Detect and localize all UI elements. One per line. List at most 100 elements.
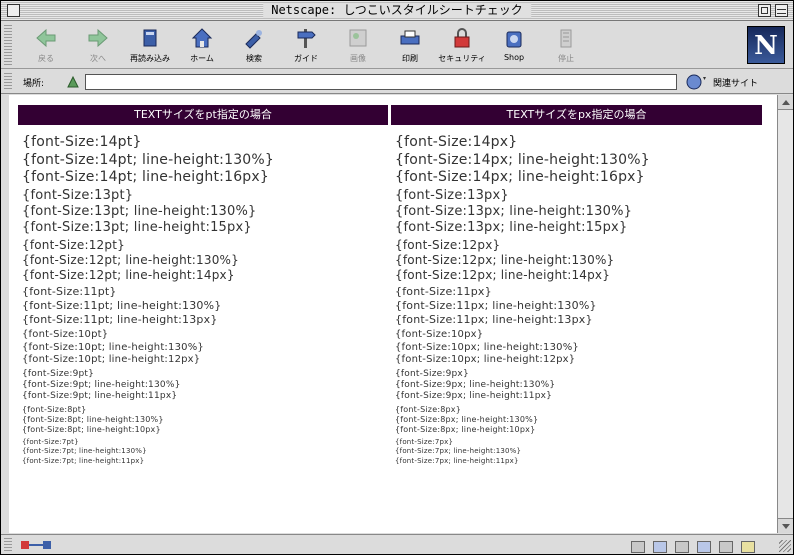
style-test-line: {font-Size:10px; line-height:12px}	[395, 353, 576, 365]
window-title: Netscape: しつこいスタイルシートチェック	[263, 3, 531, 18]
style-test-line: {font-Size:8px; line-height:10px}	[395, 425, 536, 435]
location-url-field[interactable]	[85, 74, 677, 90]
shop-button-label: Shop	[503, 53, 525, 62]
style-test-line: {font-Size:11pt}	[22, 285, 117, 299]
style-test-line: {font-Size:13px; line-height:15px}	[395, 220, 628, 236]
home-button[interactable]: ホーム	[175, 26, 229, 66]
search-button-label: 検索	[246, 54, 262, 63]
style-test-line: {font-Size:10px; line-height:130%}	[395, 341, 579, 353]
location-label: 場所:	[23, 79, 45, 89]
location-bar: 場所: 関連サイト	[1, 70, 793, 94]
print-button-label: 印刷	[402, 54, 418, 63]
news-component-icon[interactable]	[675, 541, 690, 553]
style-test-line: {font-Size:10pt}	[22, 328, 109, 340]
scroll-down-arrow[interactable]	[778, 518, 793, 533]
guide-button[interactable]: ガイド	[279, 26, 333, 66]
shop-button[interactable]: Shop	[487, 26, 541, 66]
home-icon	[191, 28, 213, 48]
collapse-box[interactable]	[775, 4, 788, 17]
page-content: TEXTサイズをpt指定の場合 {font-Size:14pt} {font-Si…	[9, 95, 777, 533]
related-sites-button[interactable]: 関連サイト	[685, 73, 765, 91]
style-test-line: {font-Size:8pt; line-height:10px}	[22, 425, 161, 435]
style-test-line: {font-Size:12px; line-height:130%}	[395, 252, 615, 267]
print-button[interactable]: 印刷	[383, 26, 437, 66]
zoom-box[interactable]	[758, 4, 771, 17]
images-button[interactable]: 画像	[331, 26, 385, 66]
style-test-line: {font-Size:12pt}	[22, 238, 125, 253]
page-proxy-icon[interactable]	[65, 74, 81, 90]
composer-component-icon[interactable]	[697, 541, 712, 553]
style-test-line: {font-Size:7pt}	[22, 438, 79, 447]
style-test-line: {font-Size:11pt; line-height:130%}	[22, 298, 222, 312]
style-test-line: {font-Size:12px; line-height:14px}	[395, 268, 611, 283]
toolbar-collapse-grip[interactable]	[4, 25, 12, 65]
close-box[interactable]	[7, 4, 20, 17]
images-icon	[349, 29, 367, 47]
title-bar[interactable]: Netscape: しつこいスタイルシートチェック	[1, 1, 793, 21]
forward-button[interactable]: 次へ	[71, 26, 125, 66]
security-button-label: セキュリティ	[438, 54, 486, 63]
px-lines: {font-Size:14px} {font-Size:14px; line-he…	[391, 125, 762, 467]
pt-lines: {font-Size:14pt} {font-Size:14pt; line-he…	[18, 125, 388, 467]
style-test-line: {font-Size:14pt; line-height:16px}	[22, 168, 269, 185]
security-lock-icon	[454, 28, 470, 48]
back-button-label: 戻る	[38, 54, 54, 63]
shop-icon	[506, 31, 522, 48]
pt-column: TEXTサイズをpt指定の場合 {font-Size:14pt} {font-Si…	[18, 105, 388, 467]
style-test-line: {font-Size:10px}	[395, 328, 484, 340]
reload-icon	[143, 29, 157, 47]
style-test-line: {font-Size:11px; line-height:13px}	[395, 312, 593, 326]
location-collapse-grip[interactable]	[4, 73, 12, 91]
related-sites-icon	[686, 74, 706, 90]
style-test-line: {font-Size:8px; line-height:130%}	[395, 415, 539, 425]
netscape-logo[interactable]: N	[747, 26, 785, 64]
style-test-line: {font-Size:13px; line-height:130%}	[395, 203, 633, 219]
style-test-line: {font-Size:13pt; line-height:15px}	[22, 220, 252, 236]
navigation-toolbar: 戻る 次へ 再読み込み ホーム 検索 ガイド 画像 印刷 セキュリティ Shop…	[1, 22, 793, 69]
style-test-line: {font-Size:13pt}	[22, 187, 134, 203]
status-collapse-grip[interactable]	[4, 538, 12, 552]
address-book-component-icon[interactable]	[719, 541, 734, 553]
style-test-line: {font-Size:14px; line-height:130%}	[395, 151, 650, 168]
guide-icon	[297, 29, 316, 48]
back-button[interactable]: 戻る	[19, 26, 73, 66]
scroll-up-arrow[interactable]	[778, 95, 793, 110]
aim-component-icon[interactable]	[741, 541, 756, 553]
style-test-line: {font-Size:14pt}	[22, 134, 142, 150]
style-test-line: {font-Size:12px}	[395, 238, 501, 253]
search-button[interactable]: 検索	[227, 26, 281, 66]
reload-button[interactable]: 再読み込み	[123, 26, 177, 66]
style-test-line: {font-Size:11pt; line-height:13px}	[22, 312, 218, 326]
back-arrow-icon	[36, 28, 56, 48]
style-test-line: {font-Size:8pt}	[22, 405, 87, 415]
browser-window: Netscape: しつこいスタイルシートチェック 戻る 次へ 再読み込み ホー…	[0, 0, 794, 555]
style-test-line: {font-Size:14px; line-height:16px}	[395, 168, 645, 185]
stop-button-label: 停止	[558, 54, 574, 63]
security-button[interactable]: セキュリティ	[435, 26, 489, 66]
style-test-line: {font-Size:13px}	[395, 187, 509, 203]
style-test-line: {font-Size:9pt}	[22, 368, 95, 379]
style-test-line: {font-Size:12pt; line-height:14px}	[22, 268, 235, 283]
style-test-line: {font-Size:14pt; line-height:130%}	[22, 151, 275, 168]
pt-column-header: TEXTサイズをpt指定の場合	[18, 105, 388, 125]
style-test-line: {font-Size:10pt; line-height:12px}	[22, 353, 201, 365]
search-icon	[245, 30, 262, 49]
style-test-line: {font-Size:7pt; line-height:130%}	[22, 446, 147, 455]
style-test-line: {font-Size:9px; line-height:130%}	[395, 379, 556, 390]
stop-button[interactable]: 停止	[539, 26, 593, 66]
related-sites-label: 関連サイト	[713, 79, 759, 89]
images-button-label: 画像	[350, 54, 366, 63]
resize-grip[interactable]	[779, 540, 791, 552]
home-button-label: ホーム	[190, 54, 214, 63]
mail-component-icon[interactable]	[653, 541, 668, 553]
navigator-component-icon[interactable]	[631, 541, 645, 553]
style-test-line: {font-Size:11px; line-height:130%}	[395, 298, 597, 312]
px-column-header: TEXTサイズをpx指定の場合	[391, 105, 762, 125]
style-test-line: {font-Size:12pt; line-height:130%}	[22, 252, 239, 267]
status-bar	[1, 534, 793, 554]
stop-icon	[560, 29, 572, 48]
vertical-scrollbar[interactable]	[777, 95, 793, 533]
connection-plug-icon	[21, 541, 51, 549]
style-test-line: {font-Size:11px}	[395, 285, 492, 299]
guide-button-label: ガイド	[294, 54, 318, 63]
